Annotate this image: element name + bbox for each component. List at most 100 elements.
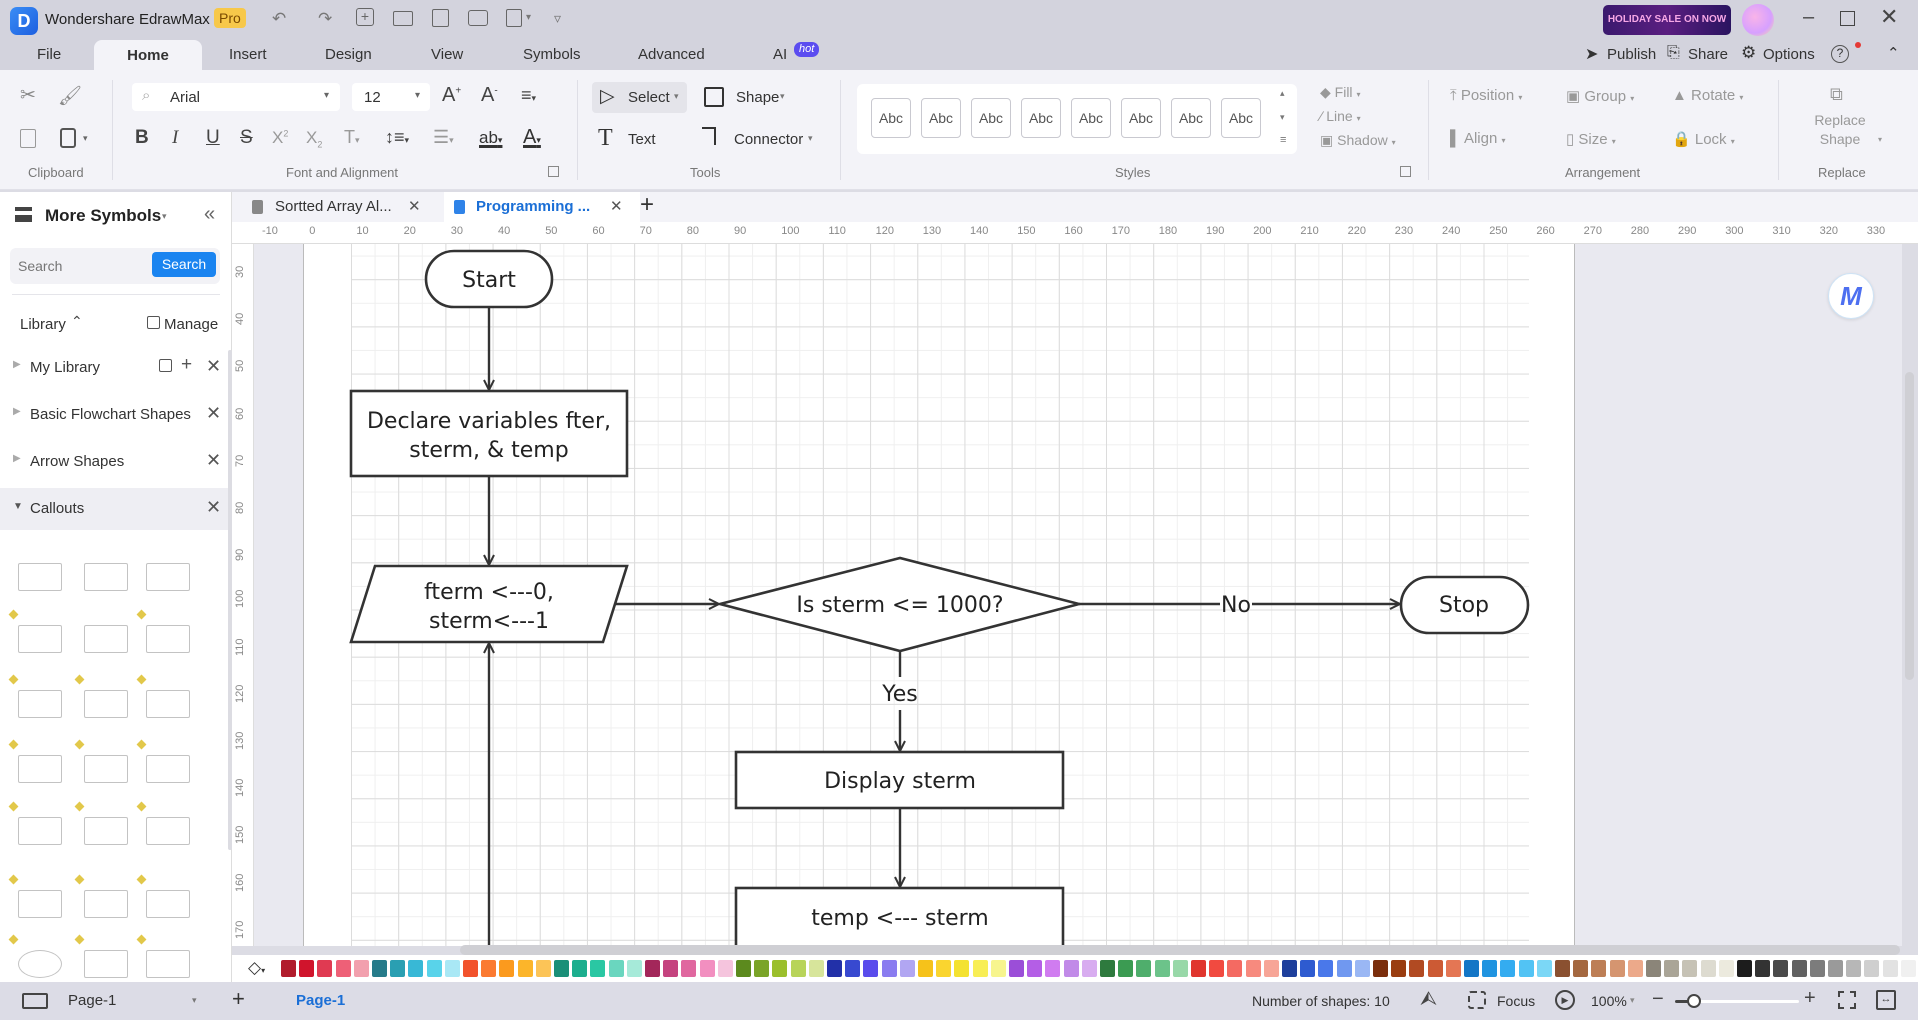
color-swatch[interactable]	[990, 960, 1006, 977]
color-swatch[interactable]	[918, 960, 933, 977]
color-swatch[interactable]	[899, 960, 915, 977]
color-swatch[interactable]	[1081, 960, 1097, 977]
horizontal-scrollbar[interactable]	[460, 945, 1900, 955]
color-swatch[interactable]	[808, 960, 824, 977]
page-selector[interactable]: Page-1 ▾	[68, 992, 208, 1012]
color-swatch[interactable]	[1172, 960, 1188, 977]
color-swatch[interactable]	[1300, 960, 1316, 977]
color-swatch[interactable]	[1427, 960, 1443, 977]
color-swatch[interactable]	[590, 960, 606, 977]
color-swatch[interactable]	[663, 960, 679, 977]
color-swatch[interactable]	[499, 960, 515, 977]
color-swatch[interactable]	[335, 960, 351, 977]
zoom-level[interactable]: 100%	[1591, 993, 1627, 1009]
color-swatch[interactable]	[1391, 960, 1407, 977]
color-swatch[interactable]	[1555, 960, 1570, 977]
color-swatch[interactable]	[608, 960, 624, 977]
color-swatch[interactable]	[1518, 960, 1534, 977]
color-swatch[interactable]	[390, 960, 406, 977]
color-swatch[interactable]	[408, 960, 424, 977]
color-swatch[interactable]	[645, 960, 660, 977]
color-swatch[interactable]	[1245, 960, 1261, 977]
color-swatch[interactable]	[317, 960, 333, 977]
color-swatch[interactable]	[699, 960, 715, 977]
color-swatch[interactable]	[1809, 960, 1825, 977]
page-tab[interactable]: Page-1	[296, 992, 345, 1009]
color-swatch[interactable]	[1263, 960, 1279, 977]
color-swatch[interactable]	[827, 960, 842, 977]
color-swatch[interactable]	[1773, 960, 1789, 977]
color-swatch[interactable]	[1646, 960, 1661, 977]
page-panel-toggle-icon[interactable]	[22, 993, 48, 1009]
color-swatch[interactable]	[517, 960, 533, 977]
color-swatch[interactable]	[1828, 960, 1843, 977]
color-swatch[interactable]	[1846, 960, 1862, 977]
color-swatch[interactable]	[626, 960, 642, 977]
color-swatch[interactable]	[772, 960, 788, 977]
color-swatch[interactable]	[1336, 960, 1352, 977]
color-swatch[interactable]	[299, 960, 315, 977]
color-swatch[interactable]	[1118, 960, 1134, 977]
color-swatch[interactable]	[1464, 960, 1479, 977]
ai-assistant-icon[interactable]: M	[1828, 273, 1874, 319]
color-swatch[interactable]	[863, 960, 879, 977]
color-swatch[interactable]	[1700, 960, 1716, 977]
fill-bucket-icon[interactable]: ◇▾	[248, 958, 265, 978]
zoom-slider-track[interactable]	[1675, 994, 1799, 1008]
color-swatch[interactable]	[1009, 960, 1024, 977]
color-swatch[interactable]	[1445, 960, 1461, 977]
color-swatch[interactable]	[717, 960, 733, 977]
zoom-out-icon[interactable]: −	[1652, 988, 1664, 1011]
callout-shape-thumbnail[interactable]	[146, 950, 190, 978]
color-swatch[interactable]	[1573, 960, 1589, 977]
color-swatch[interactable]	[444, 960, 460, 977]
color-swatch[interactable]	[1627, 960, 1643, 977]
color-swatch[interactable]	[881, 960, 897, 977]
color-swatch[interactable]	[1718, 960, 1734, 977]
color-swatch[interactable]	[681, 960, 697, 977]
fullscreen-icon[interactable]	[1838, 991, 1856, 1009]
color-swatch[interactable]	[1282, 960, 1297, 977]
color-swatch[interactable]	[1154, 960, 1170, 977]
color-swatch[interactable]	[554, 960, 569, 977]
color-swatch[interactable]	[1373, 960, 1388, 977]
color-swatch[interactable]	[1354, 960, 1370, 977]
color-swatch[interactable]	[1900, 960, 1916, 977]
vertical-scrollbar[interactable]	[1905, 372, 1914, 680]
zoom-in-icon[interactable]: +	[1804, 987, 1816, 1010]
color-swatch[interactable]	[936, 960, 952, 977]
color-swatch[interactable]	[372, 960, 387, 977]
color-swatch[interactable]	[1755, 960, 1771, 977]
color-swatch[interactable]	[736, 960, 751, 977]
color-swatch[interactable]	[1063, 960, 1079, 977]
color-swatch[interactable]	[1500, 960, 1516, 977]
color-swatch[interactable]	[845, 960, 861, 977]
color-swatch[interactable]	[1409, 960, 1425, 977]
color-swatch[interactable]	[1100, 960, 1115, 977]
color-swatch[interactable]	[954, 960, 970, 977]
color-swatch[interactable]	[1609, 960, 1625, 977]
color-swatch[interactable]	[1227, 960, 1243, 977]
color-swatch[interactable]	[481, 960, 497, 977]
color-swatch[interactable]	[426, 960, 442, 977]
color-swatch[interactable]	[1482, 960, 1498, 977]
color-swatch[interactable]	[1682, 960, 1698, 977]
layers-icon[interactable]: ⮙	[1420, 988, 1437, 1011]
color-swatch[interactable]	[1136, 960, 1152, 977]
color-swatch[interactable]	[1864, 960, 1880, 977]
color-swatch[interactable]	[1191, 960, 1206, 977]
color-swatch[interactable]	[1318, 960, 1334, 977]
fit-page-icon[interactable]: ↔	[1876, 990, 1896, 1010]
presentation-play-icon[interactable]: ▶	[1555, 990, 1575, 1010]
color-swatch[interactable]	[1591, 960, 1607, 977]
color-swatch[interactable]	[1737, 960, 1752, 977]
color-swatch[interactable]	[281, 960, 296, 977]
color-swatch[interactable]	[754, 960, 770, 977]
color-swatch[interactable]	[1045, 960, 1061, 977]
focus-button[interactable]: Focus	[1497, 993, 1535, 1009]
color-swatch[interactable]	[1536, 960, 1552, 977]
color-swatch[interactable]	[535, 960, 551, 977]
callout-shape-thumbnail[interactable]	[84, 950, 128, 978]
color-swatch[interactable]	[1209, 960, 1225, 977]
color-swatch[interactable]	[1882, 960, 1898, 977]
